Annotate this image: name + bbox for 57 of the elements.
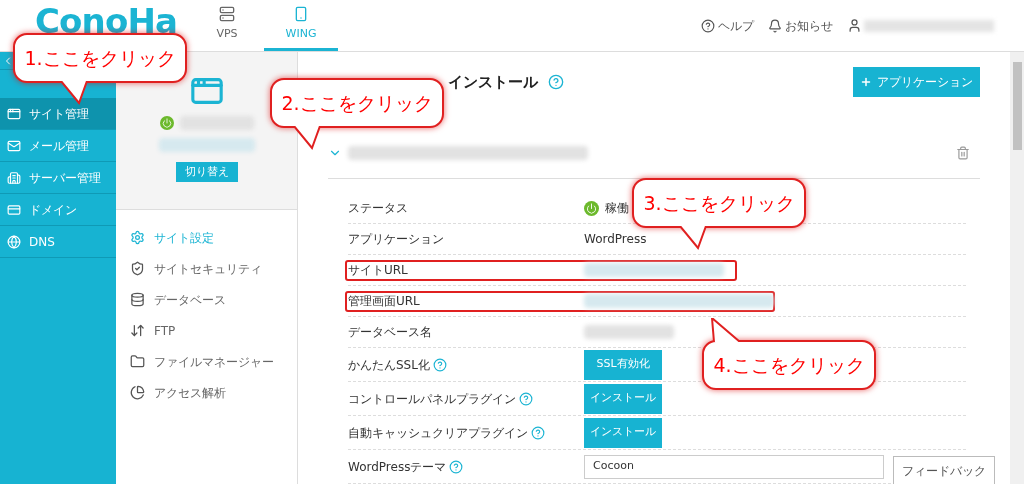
card-icon xyxy=(7,202,21,217)
add-application-button[interactable]: アプリケーション xyxy=(853,67,980,97)
bell-link[interactable]: お知らせ xyxy=(768,16,833,35)
globe-icon xyxy=(7,234,21,249)
field-label: かんたんSSL化 xyxy=(348,356,430,374)
site-menu-item[interactable]: ファイルマネージャー xyxy=(116,346,297,377)
user-icon xyxy=(847,18,862,33)
top-tab[interactable]: VPS xyxy=(190,0,264,51)
help-icon xyxy=(701,18,715,33)
trash-icon[interactable] xyxy=(956,146,970,160)
folder-icon xyxy=(130,354,145,369)
settings-icon xyxy=(130,230,145,245)
action-button[interactable]: インストール xyxy=(584,417,662,448)
feedback-button[interactable]: フィードバック xyxy=(893,456,995,484)
phone-icon xyxy=(293,5,309,22)
theme-select[interactable]: Cocoon xyxy=(584,454,884,479)
building-icon xyxy=(7,170,21,185)
sidebar-item[interactable]: DNS xyxy=(0,226,116,258)
status-text: 稼働 xyxy=(605,200,629,217)
power-icon xyxy=(584,200,599,216)
field-label: データベース名 xyxy=(348,324,432,341)
field-label: WordPressテーマ xyxy=(348,458,447,476)
scrollbar[interactable] xyxy=(1010,52,1024,484)
up-down-arrows-icon xyxy=(130,323,145,338)
help-icon[interactable] xyxy=(548,74,564,90)
action-button[interactable]: SSL有効化 xyxy=(584,349,662,380)
field-value: WordPress xyxy=(584,231,647,248)
sidebar-item[interactable]: サイト管理 xyxy=(0,98,116,130)
power-icon xyxy=(159,116,174,130)
plus-icon xyxy=(860,76,872,88)
site-menu-item[interactable]: サイト設定 xyxy=(116,222,297,253)
field-label: コントロールパネルプラグイン xyxy=(348,390,516,408)
field-label: アプリケーション xyxy=(348,231,444,248)
site-menu-item[interactable]: FTP xyxy=(116,315,297,346)
help-link[interactable]: ヘルプ xyxy=(701,16,754,35)
help-icon[interactable] xyxy=(449,459,464,474)
action-button[interactable]: インストール xyxy=(584,383,662,414)
database-icon xyxy=(130,292,145,307)
field-label: サイトURL xyxy=(348,262,408,279)
mail-icon xyxy=(7,138,21,153)
help-icon[interactable] xyxy=(531,425,545,440)
sidebar-item[interactable]: ドメイン xyxy=(0,194,116,226)
field-label: 管理画面URL xyxy=(348,293,420,310)
shield-icon xyxy=(130,261,145,276)
site-menu-item[interactable]: データベース xyxy=(116,284,297,315)
server-icon xyxy=(219,5,235,22)
help-icon[interactable] xyxy=(519,391,533,406)
window-icon xyxy=(7,106,21,121)
site-menu-item[interactable]: サイトセキュリティ xyxy=(116,253,297,284)
bell-icon xyxy=(768,18,782,33)
site-menu-item[interactable]: アクセス解析 xyxy=(116,377,297,408)
help-icon[interactable] xyxy=(432,357,447,372)
pie-chart-icon xyxy=(130,385,145,400)
field-label: 自動キャッシュクリアプラグイン xyxy=(348,424,528,442)
field-label: ステータス xyxy=(348,200,408,217)
page-title: インストール xyxy=(448,71,538,93)
switch-button[interactable]: 切り替え xyxy=(175,162,238,182)
